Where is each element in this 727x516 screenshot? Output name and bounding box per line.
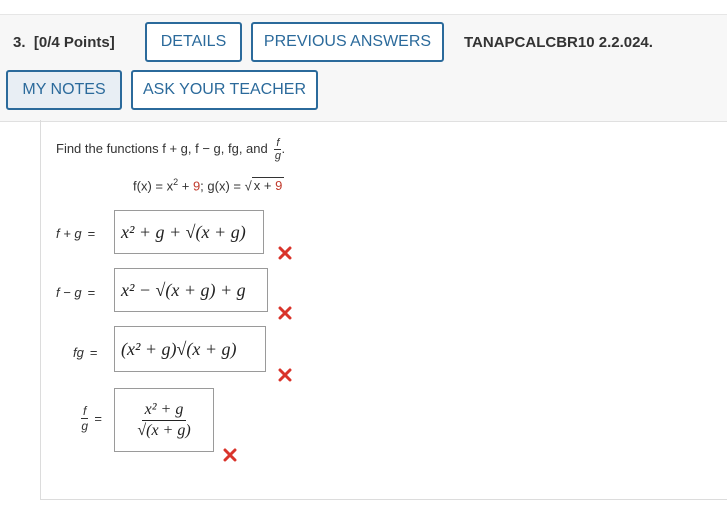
previous-answers-button[interactable]: PREVIOUS ANSWERS [251,22,444,62]
question-title: 3. [0/4 Points] [13,34,115,51]
my-notes-button[interactable]: MY NOTES [6,70,122,110]
answer-label-sum: f + g = [56,226,96,241]
problem-prompt: Find the functions f + g, f − g, fg, and… [56,137,286,162]
ask-teacher-button[interactable]: ASK YOUR TEACHER [131,70,318,110]
answer-label-quotient: f g = [81,404,102,433]
answer-label-difference: f − g = [56,285,96,300]
quotient-numerator: x² + g [141,400,187,421]
x-mark-icon [278,306,292,320]
answer-box-difference[interactable]: x² − √(x + g) + g [114,268,268,312]
problem-code: TANAPCALCBR10 2.2.024. [464,34,653,51]
details-button[interactable]: DETAILS [145,22,242,62]
answer-box-sum[interactable]: x² + g + √(x + g) [114,210,264,254]
x-mark-icon [278,246,292,260]
x-mark-icon [278,368,292,382]
answer-box-quotient[interactable]: x² + g √(x + g) [114,388,214,452]
given-functions: f(x) = x2 + 9; g(x) = √ x + 9 [133,177,285,194]
answer-label-product: fg = [73,345,98,360]
quotient-denominator: √(x + g) [137,421,191,439]
x-mark-icon [223,448,237,462]
answer-box-product[interactable]: (x² + g)√(x + g) [114,326,266,372]
